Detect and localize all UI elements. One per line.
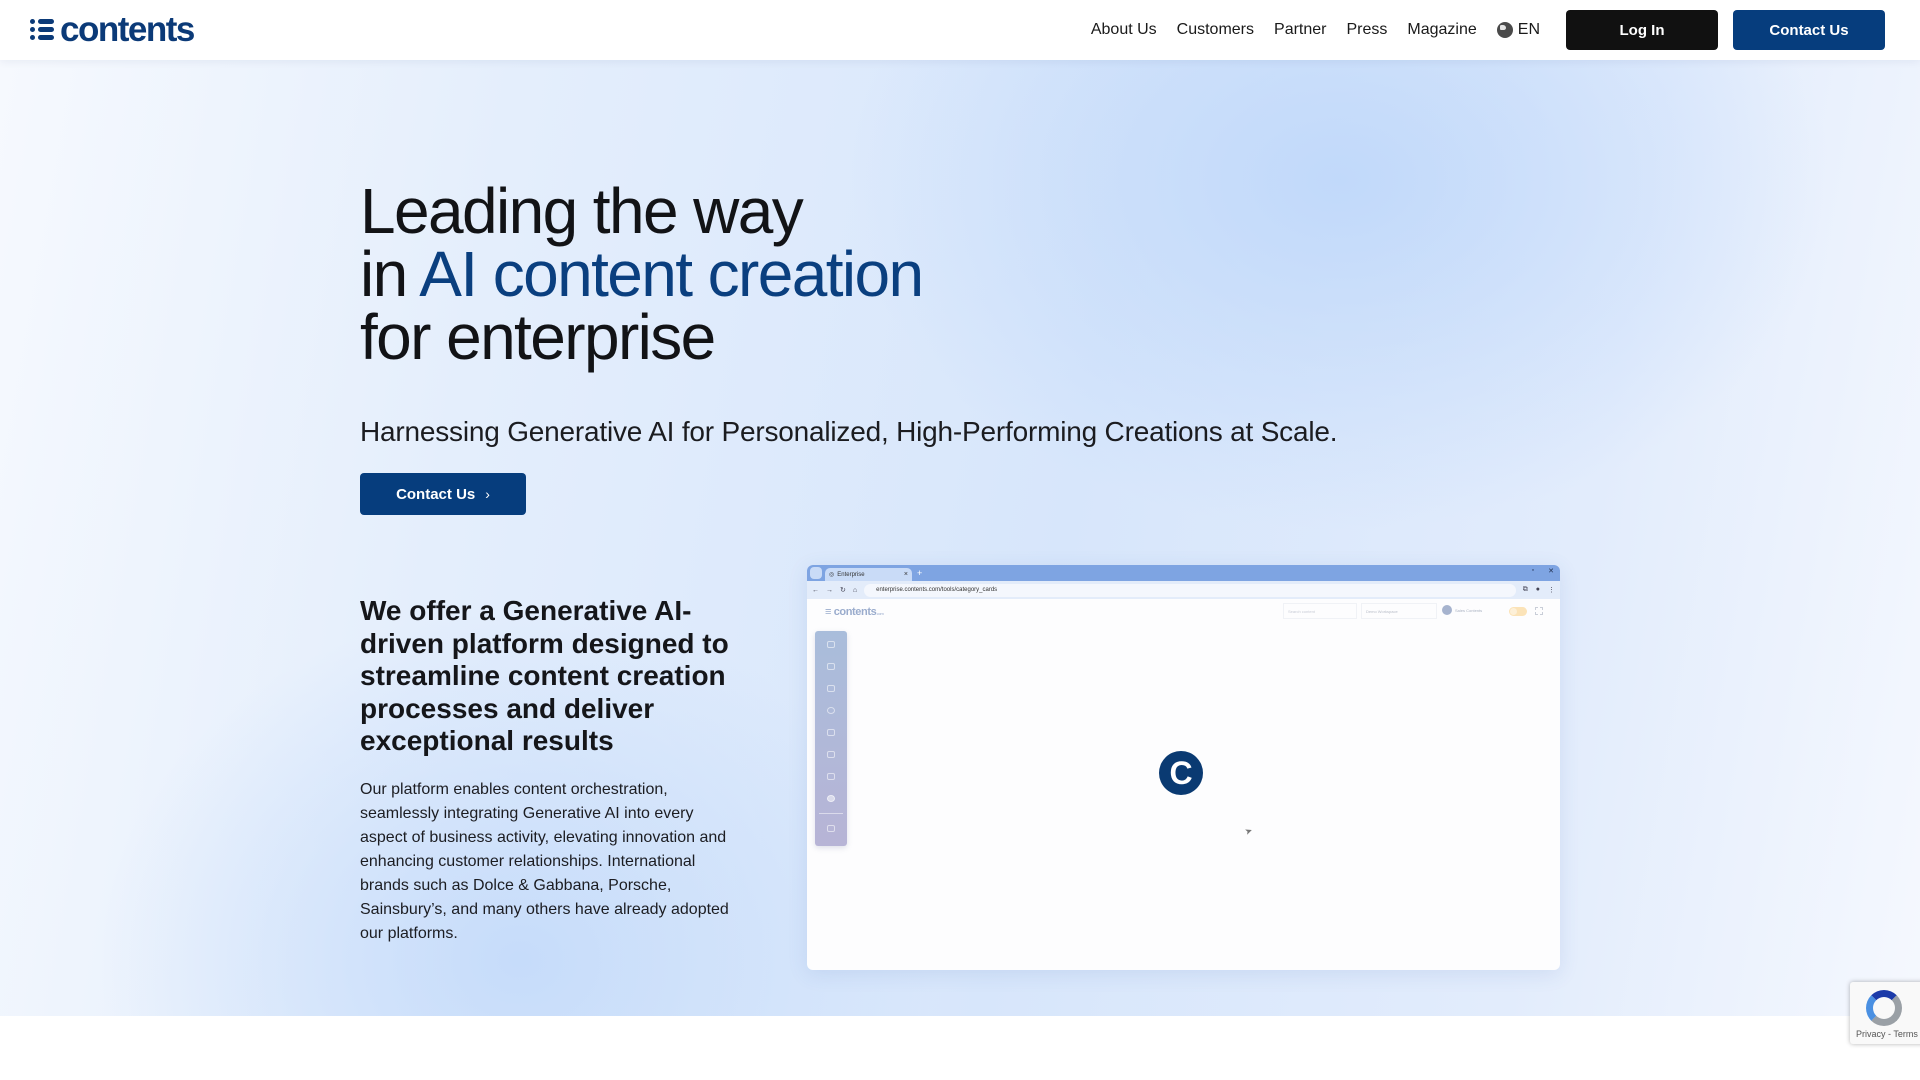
nav-partner[interactable]: Partner [1274,21,1326,39]
recaptcha-privacy-terms[interactable]: Privacy - Terms [1856,1029,1918,1039]
mock-tab-bar: ◎ Enterprise × + ▫ ✕ [807,565,1560,581]
mock-tab-title: Enterprise [837,571,865,578]
mock-search: Search content [1283,603,1357,619]
nav-customers[interactable]: Customers [1177,21,1254,39]
contact-us-header-button[interactable]: Contact Us [1733,10,1885,50]
globe-icon [827,707,835,714]
nav-press[interactable]: Press [1346,21,1387,39]
avatar-icon [1442,605,1452,615]
site-header: contents About Us Customers Partner Pres… [0,0,1920,60]
grid-icon [827,641,835,648]
menu-icon: ⋮ [1548,587,1555,594]
logo-text: contents [60,10,195,49]
language-selector[interactable]: EN [1496,21,1540,39]
product-preview-video[interactable]: ◎ Enterprise × + ▫ ✕ ← → ↻ ⌂ enterprise.… [807,565,1560,970]
web-icon [827,795,835,802]
trend-icon [827,685,835,692]
contact-us-cta-button[interactable]: Contact Us › [360,473,526,515]
globe-icon [1496,22,1513,38]
bot-icon [827,663,835,670]
loading-logo-icon: C [1159,751,1203,795]
mock-workspace: Demo Workspace [1361,603,1437,619]
sidebar-divider [819,813,843,814]
tab-search-icon [810,567,822,579]
document-icon [827,773,835,780]
mock-url: enterprise.contents.com/tools/category_c… [864,583,1516,597]
nav-about-us[interactable]: About Us [1091,21,1157,39]
main-nav: About Us Customers Partner Press Magazin… [1091,10,1885,50]
tab-favicon-icon: ◎ [829,572,835,578]
chevron-right-icon: › [485,486,490,502]
mock-app-logo: ≡ contents.com [825,606,884,618]
mock-user: Sales Contents [1442,605,1482,615]
profile-icon: ● [1535,586,1540,593]
login-button[interactable]: Log In [1566,10,1718,50]
nav-magazine[interactable]: Magazine [1407,21,1476,39]
home-icon: ⌂ [852,586,858,594]
mock-address-bar: ← → ↻ ⌂ enterprise.contents.com/tools/ca… [807,581,1560,599]
tab-close-icon: × [903,571,908,578]
hero-section: Leading the way in AI content creation f… [0,60,1920,1016]
forward-icon: → [826,586,833,594]
recaptcha-icon [1866,990,1902,1026]
mock-browser-tools: ⧉ ● ⋮ [1523,586,1555,594]
mock-tab: ◎ Enterprise × [825,568,912,581]
cta-label: Contact Us [396,485,476,503]
hero-title-line-1: Leading the way [360,175,804,247]
fullscreen-icon [1535,607,1543,615]
list-icon [30,19,54,41]
language-label: EN [1517,21,1540,38]
window-controls: ▫ ✕ [1532,567,1554,575]
hero-title-line-3: for enterprise [360,301,716,373]
mock-app-topbar: ≡ contents.com Search content Demo Works… [807,599,1560,623]
cursor-icon: ➤ [1243,825,1254,838]
reload-icon: ↻ [840,587,846,594]
logo[interactable]: contents [30,10,195,49]
close-window-icon: ✕ [1548,568,1554,575]
recaptcha-badge[interactable]: Privacy - Terms [1850,982,1920,1044]
restore-icon: ▫ [1531,567,1535,574]
folder-icon [827,825,835,832]
hero-title: Leading the way in AI content creation f… [360,179,924,369]
hero-title-accent: AI content creation [419,238,924,310]
back-icon: ← [812,586,819,594]
offer-body: Our platform enables content orchestrati… [360,781,729,942]
extensions-icon: ⧉ [1522,586,1528,593]
edit-icon [827,729,835,736]
scan-icon [827,751,835,758]
offer-title: We offer a Generative AI-driven platform… [360,595,729,756]
toggle-icon [1509,607,1527,616]
hero-title-line-2-prefix: in [360,238,420,310]
new-tab-icon: + [917,568,923,578]
hero-subtitle: Harnessing Generative AI for Personalize… [360,416,1338,447]
mock-sidebar [815,631,847,846]
